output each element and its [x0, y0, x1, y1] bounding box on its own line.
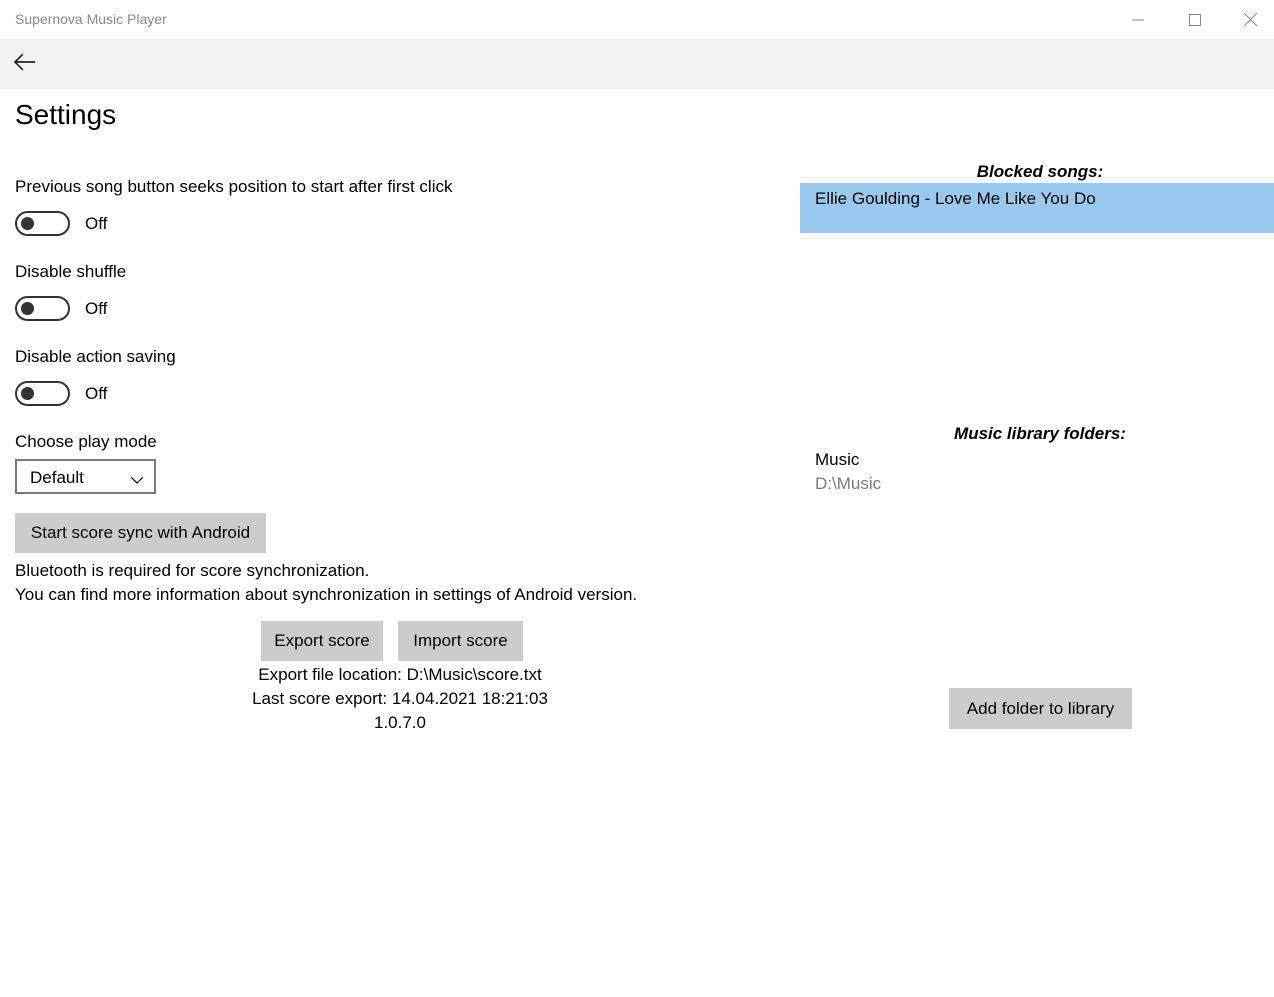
- play-mode-dropdown[interactable]: Default: [15, 459, 156, 494]
- minimize-icon: [1131, 14, 1144, 26]
- toggle-knob: [21, 217, 34, 230]
- blocked-songs-header: Blocked songs:: [976, 162, 1104, 181]
- blocked-song-label: Ellie Goulding - Love Me Like You Do: [815, 189, 1096, 208]
- maximize-button[interactable]: [1166, 0, 1223, 39]
- toggle-knob: [21, 387, 34, 400]
- disable-shuffle-label: Disable shuffle: [15, 262, 127, 281]
- minimize-button[interactable]: [1109, 0, 1166, 39]
- title-bar: Supernova Music Player: [0, 0, 1274, 39]
- export-file-location: Export file location: D:\Music\score.txt: [258, 665, 542, 684]
- play-mode-selected: Default: [30, 468, 84, 487]
- previous-seek-toggle[interactable]: [15, 211, 70, 236]
- add-folder-button[interactable]: Add folder to library: [949, 688, 1132, 729]
- back-button[interactable]: [4, 44, 46, 84]
- app-version: 1.0.7.0: [374, 713, 426, 732]
- close-icon: [1244, 13, 1257, 26]
- disable-action-saving-state: Off: [85, 384, 108, 403]
- folder-path: D:\Music: [815, 474, 882, 493]
- back-arrow-icon: [13, 52, 36, 76]
- disable-shuffle-state: Off: [85, 299, 108, 318]
- page-title: Settings: [15, 99, 117, 130]
- last-score-export: Last score export: 14.04.2021 18:21:03: [252, 689, 548, 708]
- start-sync-button[interactable]: Start score sync with Android: [15, 513, 266, 553]
- maximize-icon: [1188, 13, 1201, 26]
- toggle-knob: [21, 302, 34, 315]
- play-mode-label: Choose play mode: [15, 432, 157, 451]
- export-score-button[interactable]: Export score: [261, 621, 383, 661]
- previous-seek-label: Previous song button seeks position to s…: [15, 177, 453, 196]
- disable-action-saving-label: Disable action saving: [15, 347, 176, 366]
- disable-shuffle-toggle[interactable]: [15, 296, 70, 321]
- previous-seek-state: Off: [85, 214, 108, 233]
- navigation-bar: [0, 39, 1274, 89]
- sync-info-line2: You can find more information about sync…: [15, 585, 638, 604]
- app-title: Supernova Music Player: [15, 11, 167, 27]
- import-score-button[interactable]: Import score: [398, 621, 523, 661]
- library-folders-header: Music library folders:: [954, 424, 1126, 443]
- chevron-down-icon: [130, 472, 144, 490]
- sync-info-line1: Bluetooth is required for score synchron…: [15, 561, 370, 580]
- blocked-song-item[interactable]: Ellie Goulding - Love Me Like You Do: [800, 183, 1274, 233]
- close-button[interactable]: [1222, 0, 1274, 39]
- folder-name[interactable]: Music: [815, 450, 859, 470]
- disable-action-saving-toggle[interactable]: [15, 381, 70, 406]
